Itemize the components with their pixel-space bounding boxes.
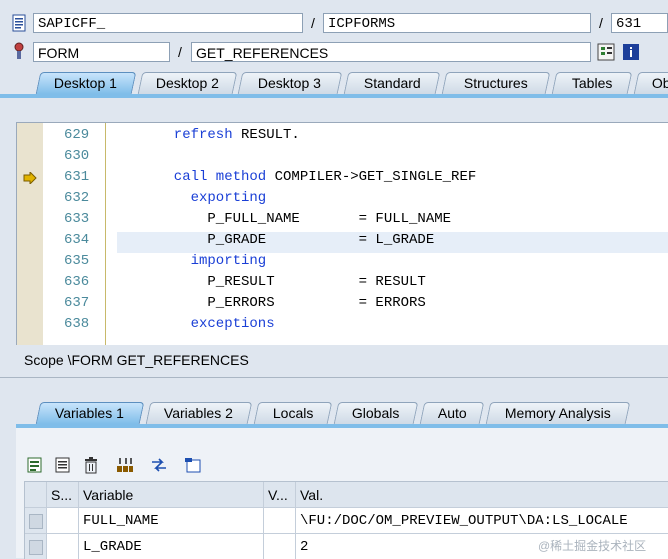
grid-header-v[interactable]: V... xyxy=(264,482,296,508)
tab-desktop-3[interactable]: Desktop 3 xyxy=(237,72,343,94)
desktop-tabbar: Desktop 1 Desktop 2 Desktop 3 Standard S… xyxy=(0,70,668,94)
grid-header-variable[interactable]: Variable xyxy=(79,482,264,508)
scope-label: Scope \FORM GET_REFERENCES xyxy=(24,352,249,368)
tab-standard[interactable]: Standard xyxy=(343,72,441,94)
program-icon xyxy=(10,14,28,32)
line-number: 632 xyxy=(64,190,90,206)
line-number: 633 xyxy=(64,211,90,227)
tab-memory-analysis[interactable]: Memory Analysis xyxy=(485,402,631,424)
code-line[interactable]: P_ERRORS = ERRORS xyxy=(207,293,425,314)
row-v xyxy=(264,534,296,559)
grid-header-rowsel xyxy=(25,482,47,508)
row-status xyxy=(47,508,79,534)
tab-objects[interactable]: Ob xyxy=(633,72,668,94)
event-icon xyxy=(10,42,28,60)
row-status xyxy=(47,534,79,559)
separator: / xyxy=(311,15,315,31)
open-structure-icon[interactable] xyxy=(184,456,202,474)
transfer-icon[interactable] xyxy=(150,456,168,474)
variables-tabbar: Variables 1 Variables 2 Locals Globals A… xyxy=(0,400,668,424)
tab-desktop-2[interactable]: Desktop 2 xyxy=(137,72,238,94)
event-name-field[interactable]: GET_REFERENCES xyxy=(191,42,591,62)
display-list-icon[interactable] xyxy=(597,43,615,61)
tab-globals[interactable]: Globals xyxy=(333,402,419,424)
line-number: 636 xyxy=(64,274,90,290)
line-number: 634 xyxy=(64,232,90,248)
code-line[interactable]: importing xyxy=(191,251,267,272)
code-keyword: exporting xyxy=(190,190,267,206)
code-line[interactable]: P_FULL_NAME = FULL_NAME xyxy=(207,209,451,230)
code-line[interactable]: refresh RESULT. xyxy=(174,125,300,146)
code-text: P_ERRORS = ERRORS xyxy=(207,295,426,311)
code-line[interactable]: call method COMPILER->GET_SINGLE_REF xyxy=(174,167,476,188)
code-line[interactable]: exceptions xyxy=(191,314,275,335)
code-text: P_FULL_NAME = FULL_NAME xyxy=(207,211,452,227)
code-keyword: importing xyxy=(190,253,267,269)
code-keyword: exceptions xyxy=(190,316,275,332)
select-all-icon[interactable] xyxy=(26,456,44,474)
code-keyword: refresh xyxy=(173,127,233,143)
tab-desktop-1[interactable]: Desktop 1 xyxy=(35,72,137,94)
code-editor[interactable]: 629 refresh RESULT. 630 631 call method COMP… xyxy=(16,122,668,345)
code-line[interactable]: P_RESULT = RESULT xyxy=(207,272,425,293)
row-v xyxy=(264,508,296,534)
separator: / xyxy=(599,15,603,31)
tab-locals[interactable]: Locals xyxy=(253,402,333,424)
grid-header-value[interactable]: Val. xyxy=(296,482,668,508)
code-line[interactable]: P_GRADE = L_GRADE xyxy=(207,230,434,251)
grid-header-status[interactable]: S... xyxy=(47,482,79,508)
row-selector[interactable] xyxy=(25,534,47,559)
line-number: 631 xyxy=(64,169,90,185)
tab-tables[interactable]: Tables xyxy=(551,72,633,94)
delete-icon[interactable] xyxy=(82,456,100,474)
line-field[interactable]: 631 xyxy=(611,13,668,33)
hierarchy-icon[interactable] xyxy=(116,456,134,474)
code-text: P_GRADE = L_GRADE xyxy=(207,232,435,248)
include-field[interactable]: ICPFORMS xyxy=(323,13,591,33)
variable-name-cell[interactable]: L_GRADE xyxy=(79,534,264,559)
current-statement-arrow-icon xyxy=(23,170,37,186)
scope-divider xyxy=(0,377,668,378)
tab-underline xyxy=(0,94,668,98)
row-selector[interactable] xyxy=(25,508,47,534)
line-number: 629 xyxy=(64,127,90,143)
code-text: RESULT. xyxy=(232,127,300,143)
code-line[interactable]: exporting xyxy=(191,188,267,209)
tab-variables-2[interactable]: Variables 2 xyxy=(145,402,253,424)
line-number: 635 xyxy=(64,253,90,269)
line-number: 630 xyxy=(64,148,90,164)
info-icon[interactable] xyxy=(622,43,640,61)
tab-auto[interactable]: Auto xyxy=(419,402,485,424)
code-keyword: call method xyxy=(173,169,267,185)
code-text: P_RESULT = RESULT xyxy=(207,274,426,290)
tab-structures[interactable]: Structures xyxy=(441,72,551,94)
line-number: 637 xyxy=(64,295,90,311)
watermark: @稀土掘金技术社区 xyxy=(538,539,647,553)
line-number: 638 xyxy=(64,316,90,332)
tab-variables-1[interactable]: Variables 1 xyxy=(35,402,145,424)
event-type-field[interactable]: FORM xyxy=(33,42,170,62)
details-icon[interactable] xyxy=(54,456,72,474)
separator: / xyxy=(178,44,182,60)
variable-value-cell[interactable]: \FU:/DOC/OM_PREVIEW_OUTPUT\DA:LS_LOCALE xyxy=(296,508,668,534)
code-text: COMPILER->GET_SINGLE_REF xyxy=(266,169,477,185)
variable-name-cell[interactable]: FULL_NAME xyxy=(79,508,264,534)
program-field[interactable]: SAPICFF_ xyxy=(33,13,303,33)
gutter xyxy=(17,123,44,345)
